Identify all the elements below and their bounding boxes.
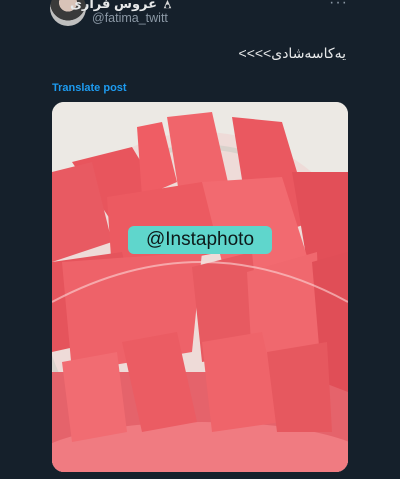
watermark-label: @Instaphoto	[128, 226, 272, 254]
author-handle[interactable]: @fatima_twitt	[92, 11, 168, 25]
post-text: یەکاسەشادی>>>>	[238, 45, 346, 61]
post-header: عروس فراری @fatima_twitt	[50, 0, 352, 28]
more-dots-icon[interactable]: ···	[329, 0, 348, 12]
emoji-badge-icon	[163, 0, 172, 8]
post-image[interactable]: @Instaphoto	[52, 102, 348, 472]
watermelon-photo	[52, 102, 348, 472]
translate-post-link[interactable]: Translate post	[52, 82, 127, 94]
